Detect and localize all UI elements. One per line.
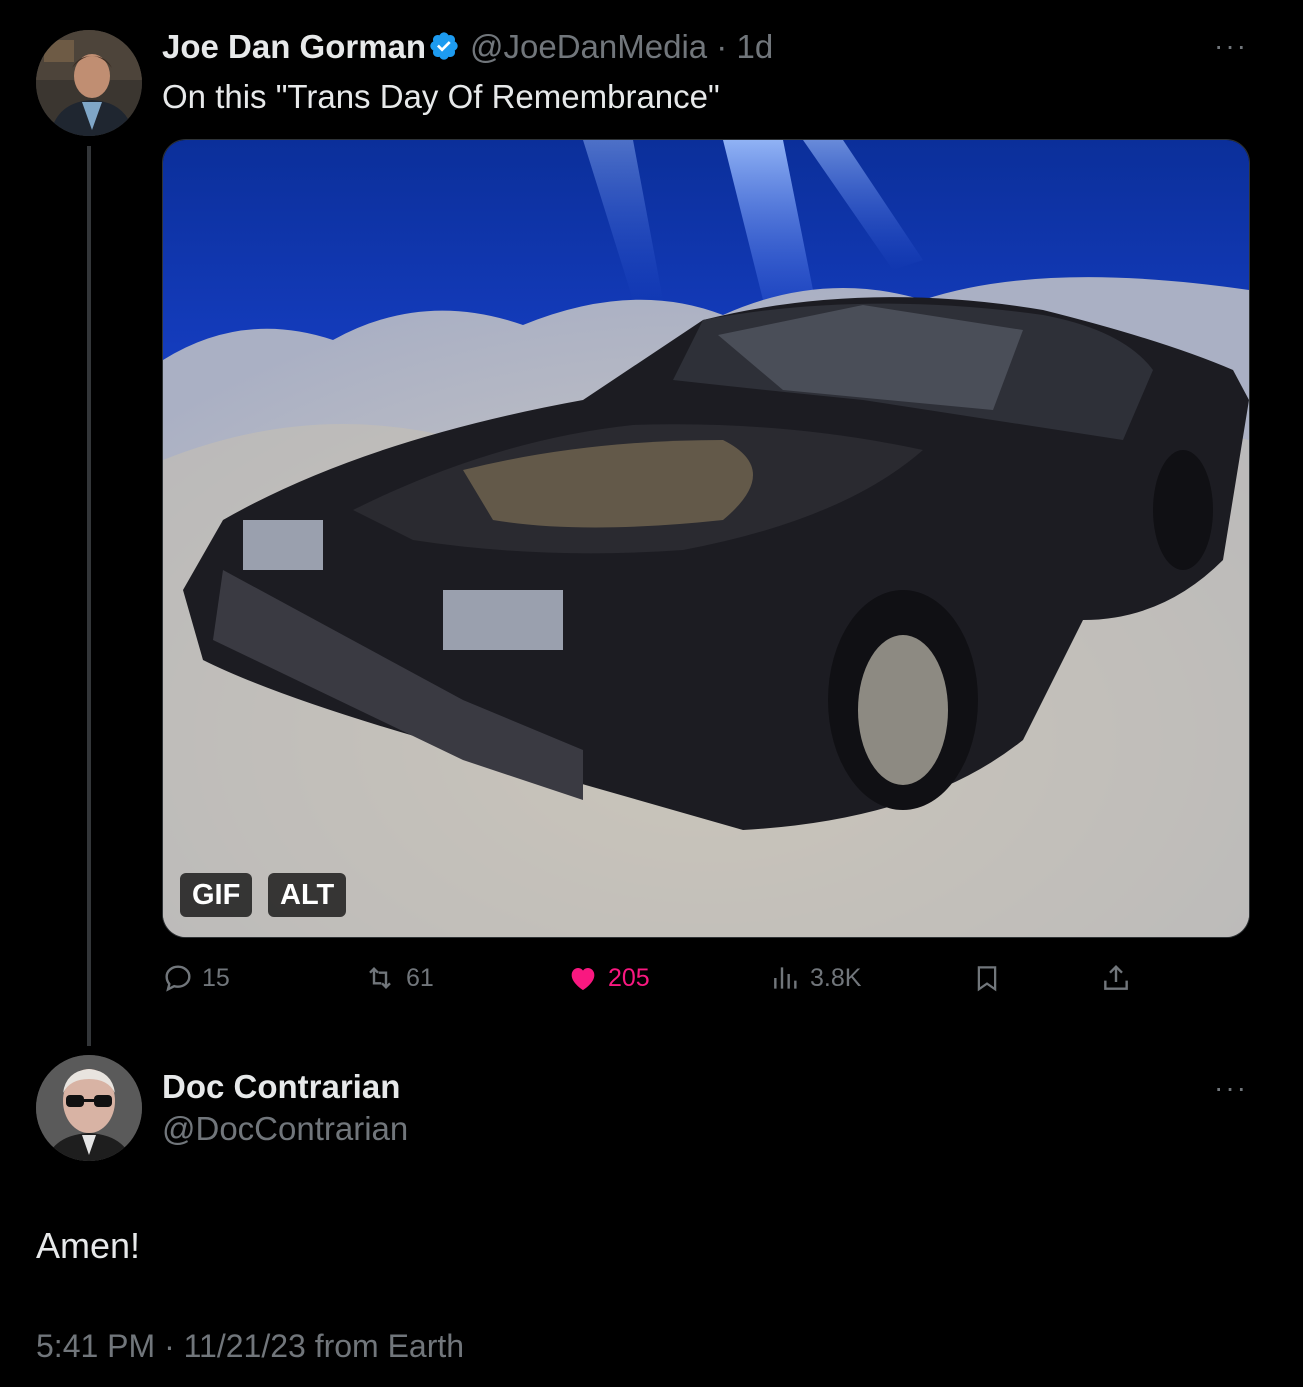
tweet-media-gif[interactable]	[162, 139, 1250, 938]
reply-author-name[interactable]: Doc Contrarian	[162, 1068, 400, 1106]
like-action[interactable]: 205	[566, 958, 650, 998]
gif-badge: GIF	[180, 873, 253, 917]
author-name[interactable]: Joe Dan Gorman	[162, 28, 426, 66]
reply-icon	[165, 965, 191, 992]
verified-badge-icon	[430, 32, 458, 60]
reply-timestamp-source[interactable]: 5:41 PM · 11/21/23 from Earth	[36, 1328, 464, 1365]
repost-icon	[369, 966, 391, 990]
like-count: 205	[608, 963, 650, 992]
avatar-photo-icon	[36, 1055, 142, 1161]
views-action[interactable]: 3.8K	[770, 958, 861, 998]
thread-connector-line	[87, 146, 91, 1046]
tweet-time[interactable]: 1d	[736, 28, 773, 65]
avatar-photo-icon	[36, 30, 142, 136]
share-button[interactable]	[1100, 958, 1132, 998]
share-upload-icon	[1104, 964, 1128, 990]
views-chart-icon	[774, 967, 797, 989]
more-options-button[interactable]: ···	[1214, 30, 1248, 62]
car-in-smoke-image-icon	[163, 140, 1249, 937]
reply-count: 15	[202, 963, 230, 992]
tweet-text: On this "Trans Day Of Remembrance"	[162, 78, 720, 115]
repost-action[interactable]: 61	[362, 958, 434, 998]
bookmark-icon	[977, 966, 997, 992]
time-separator: ·	[716, 28, 728, 65]
bookmark-button[interactable]	[972, 958, 1002, 998]
alt-text-badge[interactable]: ALT	[268, 873, 347, 917]
author-avatar[interactable]	[36, 30, 142, 136]
views-count: 3.8K	[810, 963, 862, 992]
reply-author-handle[interactable]: @DocContrarian	[162, 1110, 408, 1148]
repost-count: 61	[406, 963, 434, 992]
heart-filled-icon	[571, 968, 595, 990]
author-handle[interactable]: @JoeDanMedia	[470, 28, 707, 65]
reply-action[interactable]: 15	[162, 958, 230, 998]
reply-text: Amen!	[36, 1225, 141, 1266]
reply-author-avatar[interactable]	[36, 1055, 142, 1161]
reply-more-options-button[interactable]: ···	[1214, 1072, 1248, 1104]
